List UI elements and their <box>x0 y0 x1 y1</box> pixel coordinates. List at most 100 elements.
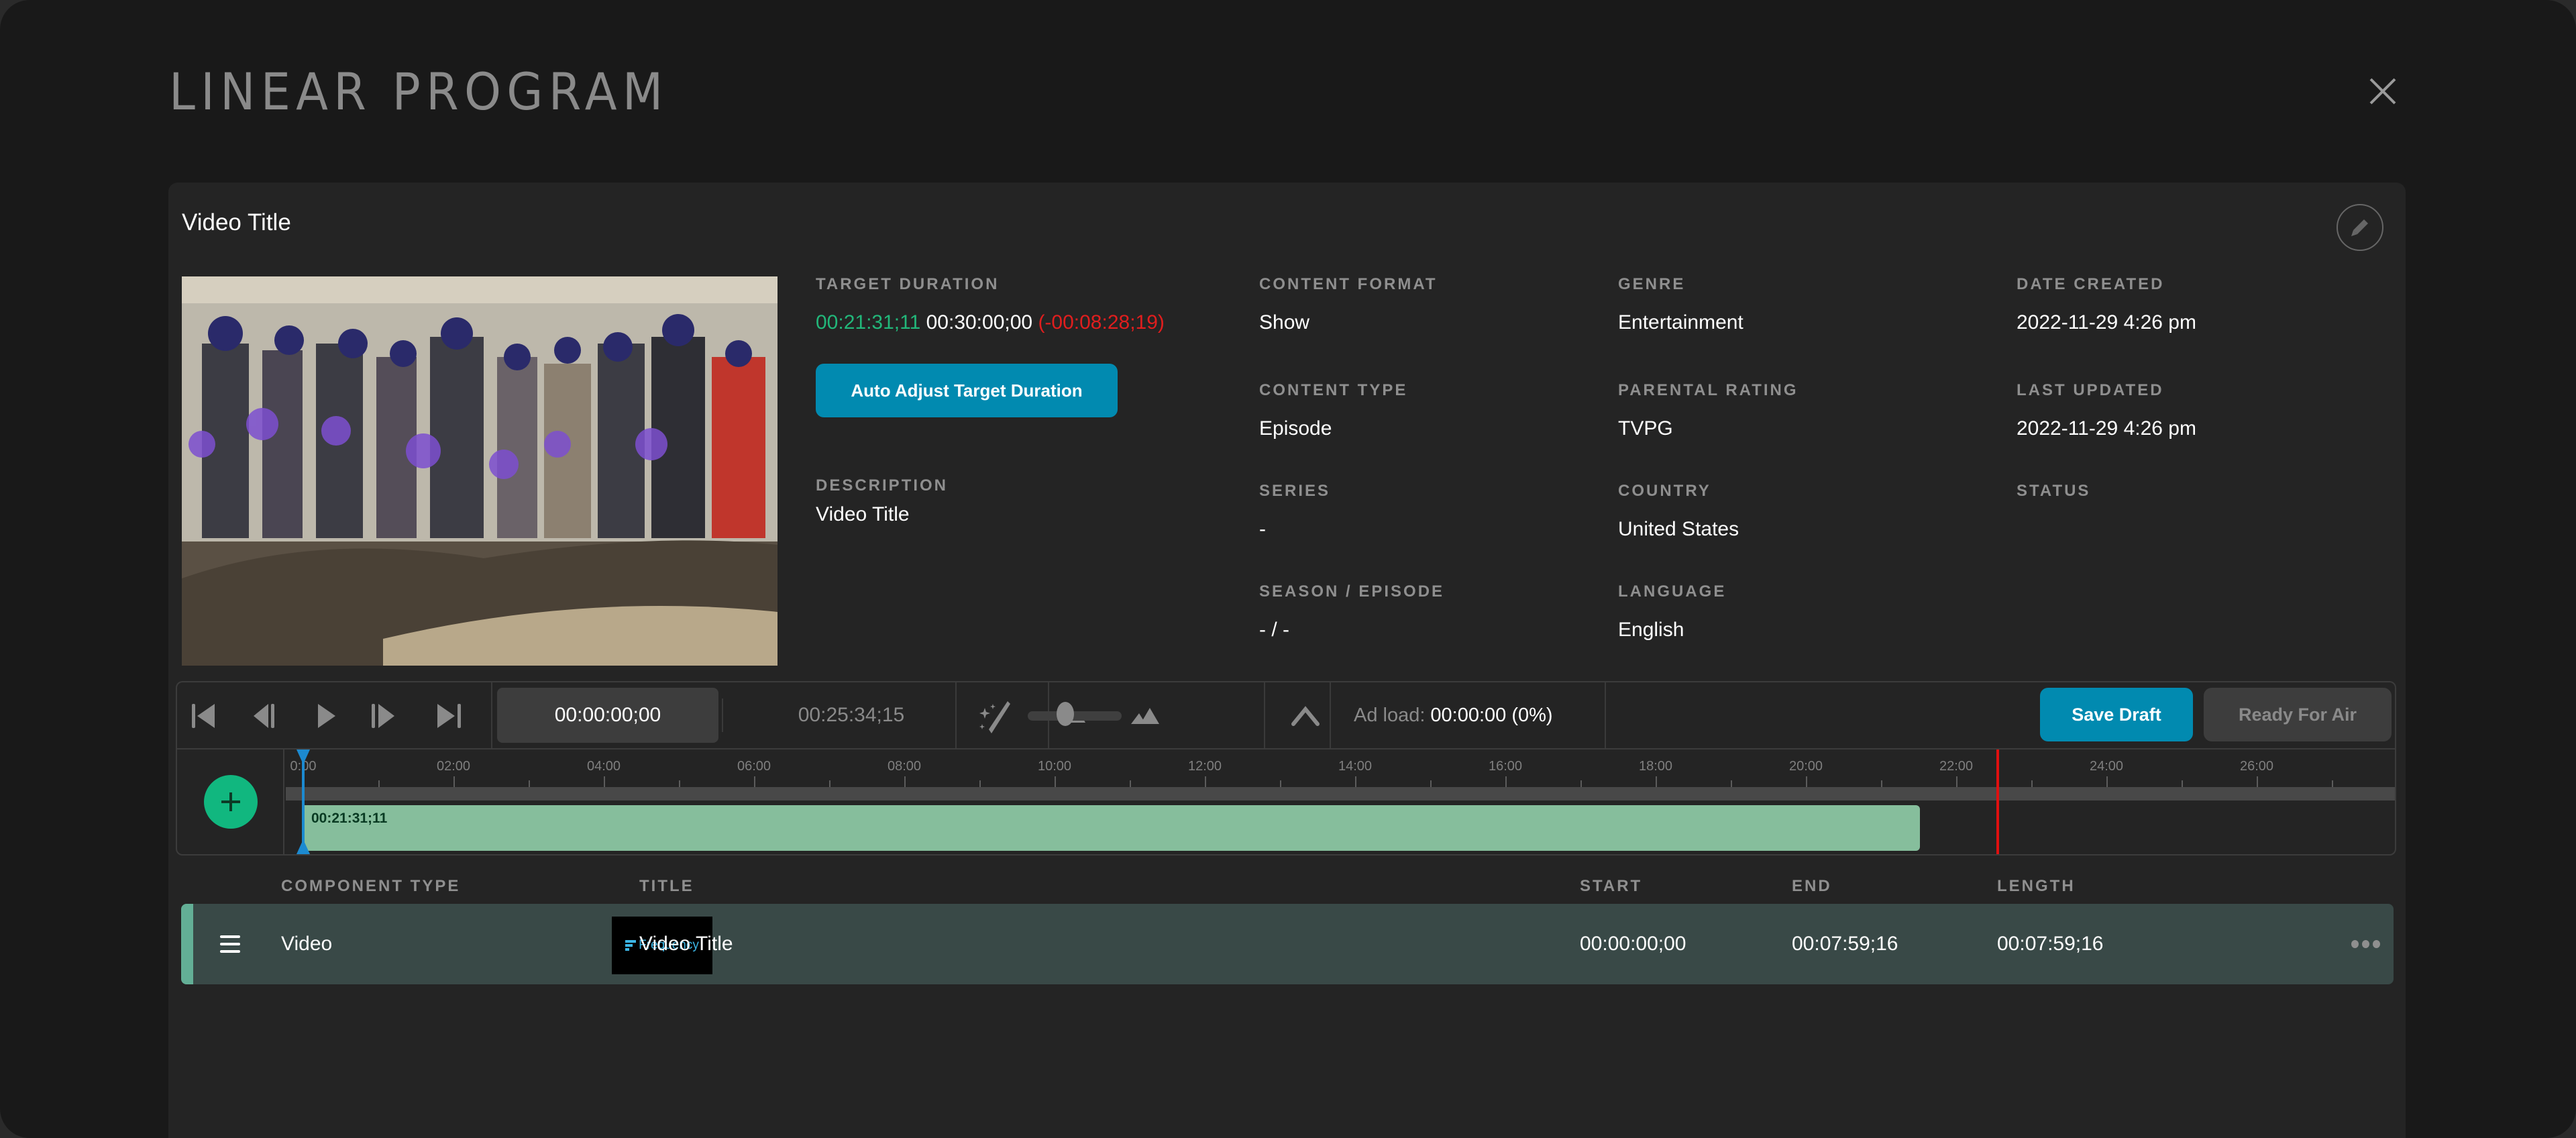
series-label: SERIES <box>1259 482 1331 500</box>
timeline-ruler-strip <box>286 787 2395 800</box>
step-back-icon <box>254 704 274 728</box>
hamburger-icon <box>220 935 240 953</box>
ad-load: Ad load: 00:00:00 (0%) <box>1354 682 1553 748</box>
skip-to-start-icon <box>192 704 215 728</box>
major-tick <box>1806 776 1807 787</box>
date-created-value: 2022-11-29 4:26 pm <box>2017 311 2196 333</box>
minor-tick <box>829 780 830 787</box>
minor-tick <box>1881 780 1882 787</box>
auto-fill-button[interactable] <box>978 697 1016 735</box>
genre-value: Entertainment <box>1618 311 1743 333</box>
tick-label: 12:00 <box>1187 759 1222 774</box>
current-timecode-input[interactable]: 00:00:00;00 <box>497 688 718 743</box>
skip-to-end-button[interactable] <box>435 701 464 731</box>
tick-label: 06:00 <box>737 759 771 774</box>
major-tick <box>604 776 605 787</box>
major-tick <box>2257 776 2258 787</box>
description-value: Video Title <box>816 503 910 525</box>
row-more-button[interactable] <box>2351 937 2385 951</box>
tick-label: 24:00 <box>2089 759 2124 774</box>
row-length: 00:07:59;16 <box>1997 933 2104 955</box>
divider <box>491 682 492 748</box>
timeline-zoom-slider[interactable] <box>1028 702 1122 726</box>
major-tick <box>754 776 755 787</box>
timeline-track-area[interactable]: 0:0002:0004:0006:0008:0010:0012:0014:001… <box>286 749 2395 854</box>
minor-tick <box>1430 780 1432 787</box>
target-duration-marker <box>1996 749 1999 854</box>
content-format-label: CONTENT FORMAT <box>1259 275 1438 293</box>
tick-label: 14:00 <box>1338 759 1373 774</box>
zoom-slider-track <box>1028 711 1122 721</box>
minor-tick <box>1130 780 1131 787</box>
auto-adjust-target-duration-button[interactable]: Auto Adjust Target Duration <box>816 364 1118 417</box>
magic-wand-icon <box>979 701 1010 733</box>
minor-tick <box>1280 780 1281 787</box>
step-back-button[interactable] <box>251 701 280 731</box>
skip-to-start-button[interactable] <box>189 701 219 731</box>
play-button[interactable] <box>311 701 341 731</box>
total-timecode: 00:25:34;15 <box>798 704 905 726</box>
row-type: Video <box>281 933 333 955</box>
step-forward-button[interactable] <box>368 701 397 731</box>
last-updated-label: LAST UPDATED <box>2017 381 2164 399</box>
minor-tick <box>2031 780 2033 787</box>
parental-rating-label: PARENTAL RATING <box>1618 381 1799 399</box>
major-tick <box>1205 776 1206 787</box>
ad-load-label: Ad load: <box>1354 704 1426 726</box>
language-label: LANGUAGE <box>1618 582 1727 601</box>
divider <box>722 699 723 732</box>
header-component-type: COMPONENT TYPE <box>281 877 461 895</box>
collapse-button[interactable] <box>1291 704 1320 727</box>
content-type-value: Episode <box>1259 417 1332 439</box>
target-duration-label: TARGET DURATION <box>816 275 1000 293</box>
program-card: Video Title TARGET DURATION 00:21:31;11 … <box>168 183 2406 1138</box>
header-title: TITLE <box>639 877 694 895</box>
tick-label: 16:00 <box>1488 759 1523 774</box>
header-start: START <box>1580 877 1643 895</box>
timeline-toolbar: 00:00:00;00 00:25:34;15 Ad load: 00:00:0… <box>176 681 2396 748</box>
tick-label: 02:00 <box>436 759 471 774</box>
skip-to-end-icon <box>437 704 461 728</box>
tick-label: 20:00 <box>1788 759 1823 774</box>
row-title: Video Title <box>639 933 733 955</box>
more-dot-icon <box>2362 940 2369 948</box>
close-button[interactable] <box>2368 76 2398 106</box>
tick-label: 04:00 <box>586 759 621 774</box>
table-row[interactable]: Video Frequency Video Title 00:00:00;00 … <box>181 904 2394 984</box>
more-dot-icon <box>2351 940 2359 948</box>
minor-tick <box>1580 780 1582 787</box>
drag-handle[interactable] <box>220 934 240 954</box>
close-icon <box>2369 78 2396 105</box>
content-format-value: Show <box>1259 311 1310 333</box>
more-dot-icon <box>2373 940 2380 948</box>
page-title: LINEAR PROGRAM <box>169 62 669 121</box>
minor-tick <box>679 780 680 787</box>
ready-for-air-button[interactable]: Ready For Air <box>2204 688 2392 741</box>
tick-label: 08:00 <box>887 759 922 774</box>
country-label: COUNTRY <box>1618 482 1711 500</box>
add-component-button[interactable] <box>204 775 258 829</box>
date-created-label: DATE CREATED <box>2017 275 2165 293</box>
playhead[interactable] <box>297 749 310 854</box>
major-tick <box>453 776 455 787</box>
timeline: 0:0002:0004:0006:0008:0010:0012:0014:001… <box>176 748 2396 856</box>
last-updated-value: 2022-11-29 4:26 pm <box>2017 417 2196 439</box>
tick-label: 18:00 <box>1638 759 1673 774</box>
edit-button[interactable] <box>2337 204 2383 251</box>
zoom-in-button[interactable] <box>1131 707 1161 724</box>
pencil-icon <box>2351 219 2368 236</box>
frequency-logo-icon <box>625 940 637 951</box>
play-icon <box>318 704 335 728</box>
content-type-label: CONTENT TYPE <box>1259 381 1408 399</box>
timeline-clip[interactable]: 00:21:31;11 <box>303 805 1921 851</box>
minor-tick <box>979 780 981 787</box>
language-value: English <box>1618 619 1684 641</box>
country-value: United States <box>1618 518 1739 540</box>
divider <box>1605 682 1606 748</box>
major-tick <box>1656 776 1657 787</box>
zoom-slider-thumb[interactable] <box>1057 702 1074 726</box>
save-draft-button[interactable]: Save Draft <box>2040 688 2193 741</box>
chevron-up-icon <box>1291 706 1320 726</box>
major-tick <box>1355 776 1356 787</box>
row-end: 00:07:59;16 <box>1792 933 1898 955</box>
